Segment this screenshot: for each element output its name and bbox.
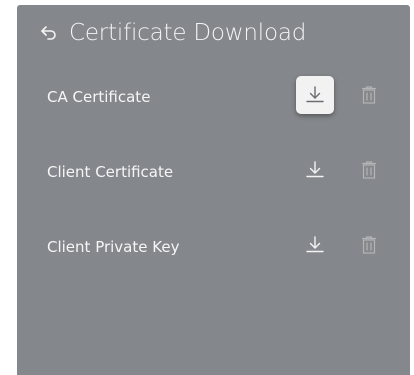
download-icon [306,161,324,178]
back-arrow-icon [41,26,56,40]
delete-button[interactable] [354,80,384,110]
trash-icon [362,236,376,254]
list-item-client-certificate: Client Certificate [17,147,410,197]
certificate-download-panel: Certificate Download CA Certificate Clie… [17,5,410,375]
download-button[interactable] [296,226,334,264]
row-label: Client Private Key [47,238,180,256]
list-item-client-private-key: Client Private Key [17,222,410,272]
page-title: Certificate Download [69,20,307,46]
download-button[interactable] [296,151,334,189]
download-icon [306,236,324,253]
list-item-ca-certificate: CA Certificate [17,72,410,122]
row-label: Client Certificate [47,163,174,181]
trash-icon [362,86,376,104]
delete-button[interactable] [354,155,384,185]
download-icon [306,86,324,103]
trash-icon [362,161,376,179]
back-button[interactable] [39,23,59,43]
delete-button[interactable] [354,230,384,260]
panel-header: Certificate Download [17,5,410,61]
download-button[interactable] [296,76,334,114]
row-label: CA Certificate [47,88,151,106]
